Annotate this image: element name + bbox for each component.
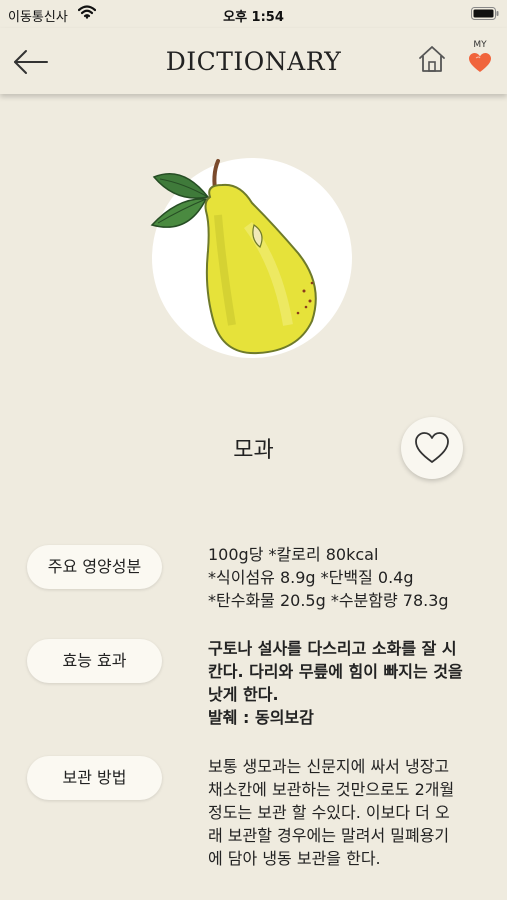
efficacy-text: 구토나 설사를 다스리고 소화를 잘 시 칸다. 다리와 무릎에 힘이 빠지는 … bbox=[208, 637, 488, 729]
my-favorites-button[interactable]: MY bbox=[465, 40, 495, 80]
nutrition-text: 100g당 *칼로리 80kcal *식이섬유 8.9g *단백질 0.4g *… bbox=[208, 543, 488, 612]
info-line: 에 담아 냉동 보관을 한다. bbox=[208, 849, 381, 868]
status-bar: 이동통신사 오후 1:54 bbox=[0, 0, 507, 28]
nav-bar: DICTIONARY MY bbox=[0, 28, 507, 94]
battery-icon bbox=[471, 7, 499, 20]
info-line: *탄수화물 20.5g *수분함량 78.3g bbox=[208, 591, 449, 610]
storage-text: 보통 생모과는 신문지에 싸서 냉장고 채소칸에 보관하는 것만으로도 2개월 … bbox=[208, 755, 488, 870]
info-source: 발췌 : 동의보감 bbox=[208, 708, 314, 727]
status-time: 오후 1:54 bbox=[223, 10, 284, 25]
info-line: 채소칸에 보관하는 것만으로도 2개월 bbox=[208, 780, 455, 799]
info-line: 낫게 한다. bbox=[208, 685, 279, 704]
info-line: 보통 생모과는 신문지에 싸서 냉장고 bbox=[208, 757, 450, 776]
info-line: 100g당 *칼로리 80kcal bbox=[208, 545, 379, 564]
info-line: 칸다. 다리와 무릎에 힘이 빠지는 것을 bbox=[208, 662, 463, 681]
nutrition-label: 주요 영양성분 bbox=[27, 545, 162, 589]
heart-icon bbox=[469, 53, 491, 72]
info-line: 래 보관할 경우에는 말려서 밀폐용기 bbox=[208, 826, 450, 845]
info-line: 정도는 보관 할 수있다. 이보다 더 오 bbox=[208, 803, 450, 822]
favorite-button[interactable] bbox=[401, 417, 463, 479]
storage-label: 보관 방법 bbox=[27, 756, 162, 800]
home-button[interactable] bbox=[417, 44, 449, 76]
info-line: 구토나 설사를 다스리고 소화를 잘 시 bbox=[208, 639, 457, 658]
heart-outline-icon bbox=[415, 432, 449, 463]
my-label: MY bbox=[473, 40, 487, 50]
home-icon bbox=[419, 46, 445, 72]
efficacy-label: 효능 효과 bbox=[27, 639, 162, 683]
quince-illustration bbox=[150, 159, 317, 355]
info-line: *식이섬유 8.9g *단백질 0.4g bbox=[208, 568, 414, 587]
